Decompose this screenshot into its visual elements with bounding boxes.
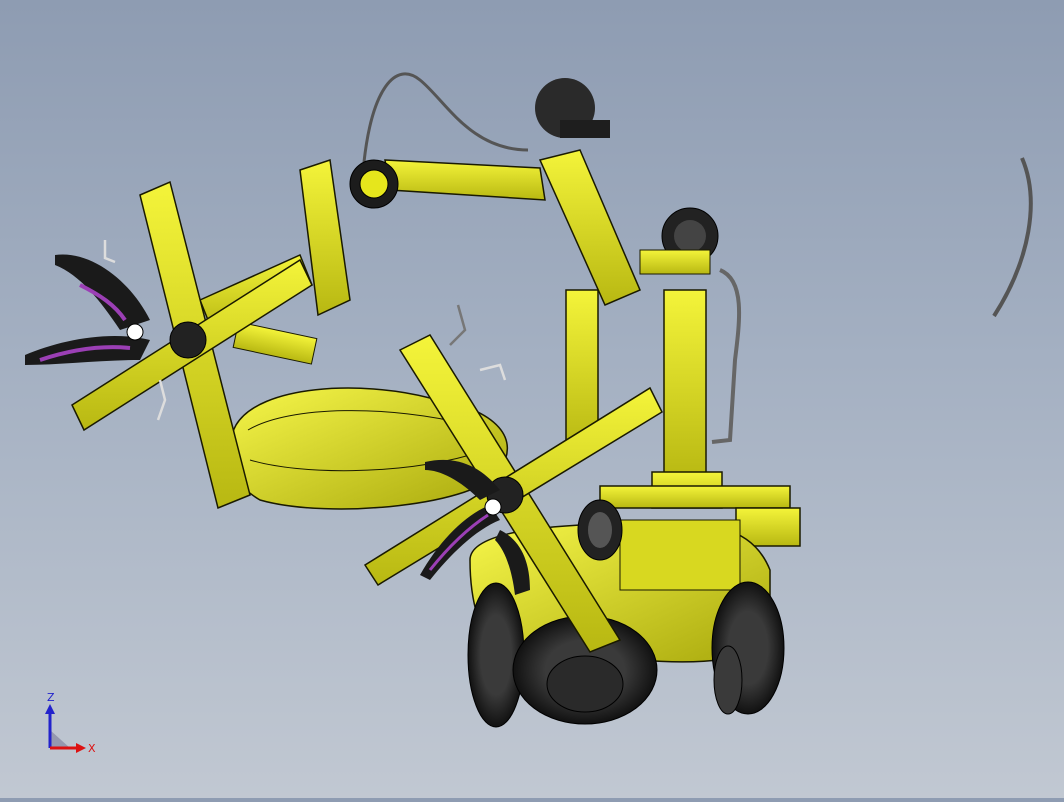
coordinate-triad-icon: Z X: [30, 690, 110, 760]
base-disc: [577, 499, 623, 561]
left-gripper: [25, 254, 150, 365]
x-axis-arrow: [76, 743, 86, 753]
robot-model: [25, 72, 1033, 728]
overhead-cable: [362, 72, 529, 163]
z-axis-label: Z: [47, 691, 55, 704]
z-axis-arrow: [45, 704, 55, 714]
3d-viewport[interactable]: Z X: [0, 0, 1064, 798]
triad-graphic: Z X: [45, 691, 96, 755]
loose-cable: [992, 157, 1033, 318]
x-axis-label: X: [88, 742, 96, 755]
rear-wheel-right: [711, 581, 785, 715]
